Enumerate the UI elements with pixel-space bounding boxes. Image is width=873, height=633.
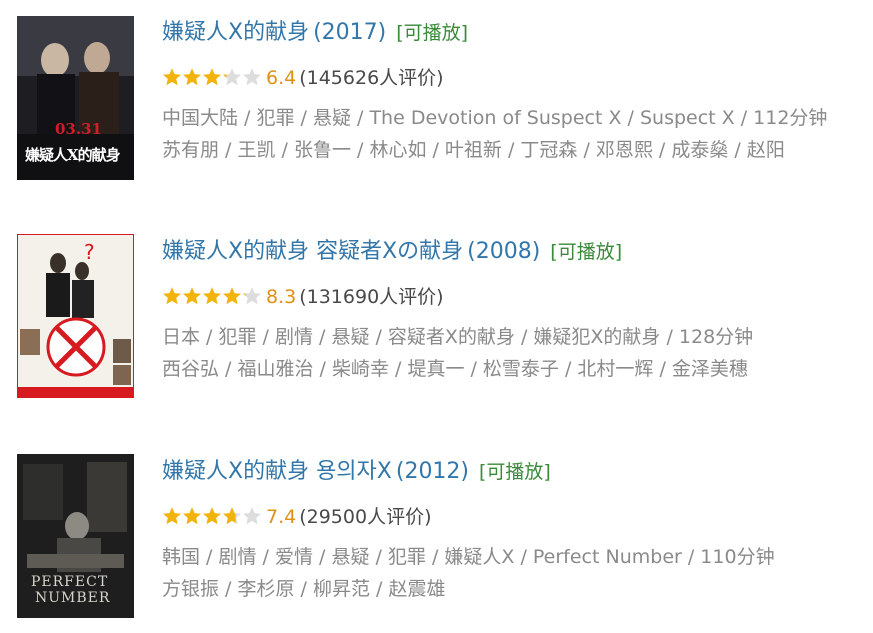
playable-link[interactable]: [可播放] <box>550 241 622 263</box>
meta-cast-line: 方银振 / 李杉原 / 柳昇范 / 赵震雄 <box>162 578 446 600</box>
movie-year[interactable]: (2012) <box>396 459 469 484</box>
result-info: 嫌疑人X的献身 容疑者Xの献身 (2008) [可播放] 8.3 (131690人评价… <box>162 233 873 385</box>
movie-title-link[interactable]: 嫌疑人X的献身 <box>162 20 309 45</box>
meta-cast-line: 西谷弘 / 福山雅治 / 柴崎幸 / 堤真一 / 松雪泰子 / 北村一辉 / 金… <box>162 358 748 380</box>
meta-cast-line: 苏有朋 / 王凯 / 张鲁一 / 林心如 / 叶祖新 / 丁冠森 / 邓恩熙 /… <box>162 139 785 161</box>
star-full-icon <box>183 507 201 525</box>
star-full-icon <box>183 68 201 86</box>
movie-year[interactable]: (2017) <box>313 20 386 45</box>
result-item: 03.31 嫌疑人X的献身 嫌疑人X的献身 (2017) [可播放] 6.4 (145… <box>0 14 873 194</box>
rating-row: 6.4 (145626人评价) <box>162 64 873 92</box>
movie-meta: 中国大陆 / 犯罪 / 悬疑 / The Devotion of Suspect… <box>162 102 873 166</box>
movie-poster[interactable]: PERFECT NUMBER <box>17 454 134 618</box>
star-full-icon <box>203 507 221 525</box>
movie-title-link[interactable]: 嫌疑人X的献身 용의자X <box>162 459 392 484</box>
meta-info-line: 中国大陆 / 犯罪 / 悬疑 / The Devotion of Suspect… <box>162 107 828 129</box>
star-half-icon <box>223 507 241 525</box>
playable-link[interactable]: [可播放] <box>479 461 551 483</box>
meta-info-line: 韩国 / 剧情 / 爱情 / 悬疑 / 犯罪 / 嫌疑人X / Perfect … <box>162 546 775 568</box>
rating-row: 7.4 (29500人评价) <box>162 503 873 531</box>
rating-count[interactable]: (131690人评价) <box>299 286 443 308</box>
star-full-icon <box>183 287 201 305</box>
poster-title-line2: NUMBER <box>35 590 111 606</box>
poster-title: 嫌疑人X的献身 <box>25 146 121 164</box>
rating-score: 6.4 <box>266 67 297 89</box>
title-row: 嫌疑人X的献身 容疑者Xの献身 (2008) [可播放] <box>162 233 873 271</box>
playable-link[interactable]: [可播放] <box>396 22 468 44</box>
star-full-icon <box>163 68 181 86</box>
movie-year[interactable]: (2008) <box>467 239 540 264</box>
poster-date: 03.31 <box>55 120 102 138</box>
rating-score: 7.4 <box>266 506 297 528</box>
movie-title-link[interactable]: 嫌疑人X的献身 容疑者Xの献身 <box>162 239 463 264</box>
star-empty-icon <box>243 507 261 525</box>
svg-text:?: ? <box>84 240 95 264</box>
result-info: 嫌疑人X的献身 용의자X (2012) [可播放] 7.4 (29500人评价) 韩国… <box>162 453 873 605</box>
star-full-icon <box>203 287 221 305</box>
movie-poster[interactable]: ? <box>17 234 134 398</box>
result-item: ? 嫌疑人X的献身 容疑者Xの献身 (2008) [可播放] 8.3 (131690人… <box>0 233 873 413</box>
star-half-icon <box>223 68 241 86</box>
rating-stars <box>162 502 262 530</box>
result-item: PERFECT NUMBER 嫌疑人X的献身 용의자X (2012) [可播放] 7… <box>0 453 873 633</box>
result-info: 嫌疑人X的献身 (2017) [可播放] 6.4 (145626人评价) 中国大陆 /… <box>162 14 873 166</box>
star-full-icon <box>223 287 241 305</box>
title-row: 嫌疑人X的献身 (2017) [可播放] <box>162 14 873 52</box>
rating-count[interactable]: (29500人评价) <box>299 506 431 528</box>
star-full-icon <box>163 287 181 305</box>
rating-stars <box>162 282 262 310</box>
movie-meta: 日本 / 犯罪 / 剧情 / 悬疑 / 容疑者X的献身 / 嫌疑犯X的献身 / … <box>162 321 873 385</box>
title-row: 嫌疑人X的献身 용의자X (2012) [可播放] <box>162 453 873 491</box>
movie-meta: 韩国 / 剧情 / 爱情 / 悬疑 / 犯罪 / 嫌疑人X / Perfect … <box>162 541 873 605</box>
poster-title-line1: PERFECT <box>31 574 109 590</box>
movie-poster[interactable]: 03.31 嫌疑人X的献身 <box>17 16 134 180</box>
poster-image: ? <box>18 235 133 397</box>
star-half-icon <box>243 287 261 305</box>
meta-info-line: 日本 / 犯罪 / 剧情 / 悬疑 / 容疑者X的献身 / 嫌疑犯X的献身 / … <box>162 326 754 348</box>
star-full-icon <box>163 507 181 525</box>
rating-row: 8.3 (131690人评价) <box>162 283 873 311</box>
rating-count[interactable]: (145626人评价) <box>299 67 443 89</box>
star-full-icon <box>203 68 221 86</box>
rating-score: 8.3 <box>266 286 297 308</box>
star-empty-icon <box>243 68 261 86</box>
rating-stars <box>162 63 262 91</box>
